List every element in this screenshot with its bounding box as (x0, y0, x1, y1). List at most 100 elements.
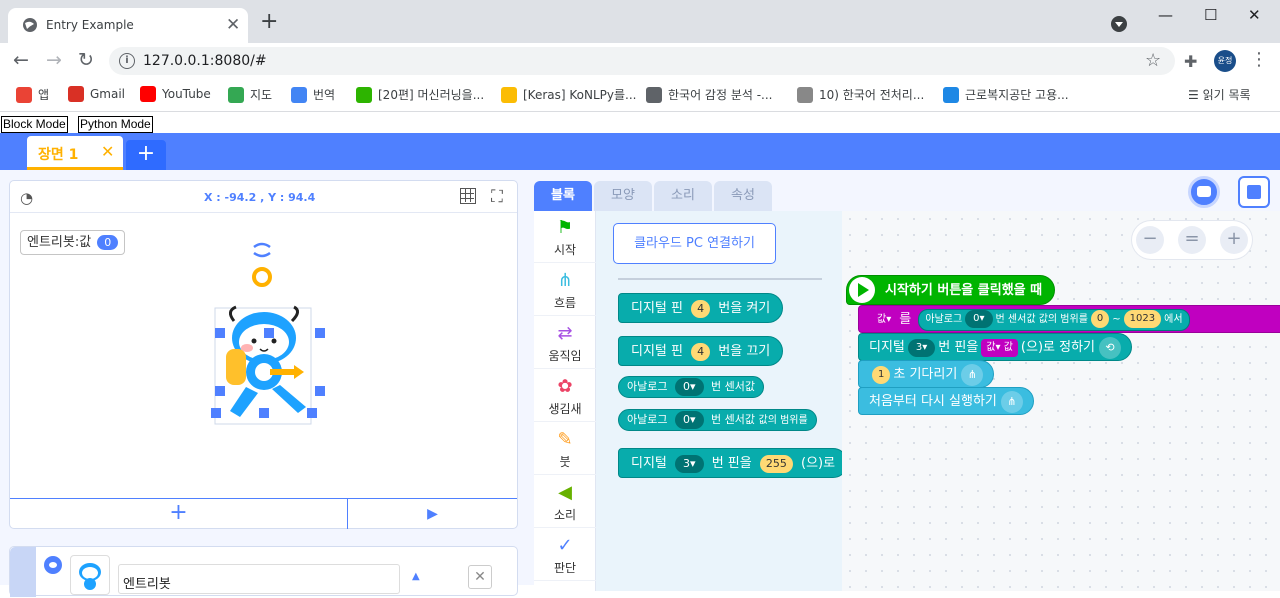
variable-value-block[interactable]: 값▾ 값 (981, 338, 1018, 357)
python-mode-button[interactable]: Python Mode (78, 116, 153, 133)
bookmark-item[interactable]: 근로복지공단 고용... (943, 86, 1069, 104)
wait-seconds-block[interactable]: 1초 기다리기 ⋔ (858, 360, 995, 388)
category-item[interactable]: ✓ 판단 (534, 529, 596, 581)
port-dropdown[interactable]: 3▾ (907, 338, 936, 357)
tab-sound[interactable]: 소리 (654, 181, 712, 211)
port-dropdown[interactable]: 3▾ (675, 454, 704, 473)
grid-icon[interactable] (460, 188, 476, 204)
number-input[interactable]: 255 (759, 454, 793, 473)
bookmark-label: 근로복지공단 고용... (965, 88, 1069, 102)
close-window-icon[interactable]: ✕ (1248, 6, 1261, 24)
resize-handle[interactable] (315, 386, 325, 396)
number-input[interactable]: 4 (691, 299, 711, 318)
tab-property[interactable]: 속성 (714, 181, 772, 211)
bookmark-item[interactable]: [20편] 머신러닝을... (356, 86, 484, 104)
block-mode-button[interactable]: Block Mode (1, 116, 68, 133)
entrybot-sprite[interactable] (206, 241, 336, 431)
block-text: 번 핀을 (711, 456, 752, 471)
port-dropdown[interactable]: 0▾ (674, 378, 704, 396)
number-input[interactable]: 1023 (1123, 309, 1162, 328)
cloud-pc-connect-button[interactable]: 클라우드 PC 연결하기 (613, 223, 776, 264)
object-handle[interactable] (10, 547, 36, 597)
close-tab-icon[interactable]: ✕ (226, 15, 240, 35)
number-input[interactable]: 0 (1090, 309, 1110, 328)
object-list: 엔트리봇 ▲ ✕ (9, 546, 518, 597)
fullscreen-icon[interactable]: ⛶ (491, 187, 503, 207)
reading-list[interactable]: ☰ 읽기 목록 (1188, 86, 1251, 103)
bookmark-item[interactable]: Gmail (68, 86, 125, 104)
object-name-field[interactable]: 엔트리봇 (118, 564, 400, 594)
category-item[interactable]: ◀ 소리 (534, 476, 596, 528)
maximize-icon[interactable]: ☐ (1204, 6, 1217, 24)
bookmark-item[interactable]: 앱 (16, 86, 49, 104)
add-scene-button[interactable]: + (126, 140, 166, 170)
close-scene-icon[interactable]: ✕ (101, 142, 114, 161)
set-variable-block[interactable]: 값▾ 를 아날로그 0▾ 번 센서값 값의 범위를 0 ~1023 에서 (858, 305, 1280, 333)
browser-menu-icon[interactable]: ⋮ (1250, 49, 1268, 70)
resize-handle[interactable] (315, 328, 325, 338)
forward-icon[interactable]: → (46, 49, 62, 71)
move-up-icon[interactable]: ▲ (412, 571, 420, 582)
speed-icon[interactable]: ◔ (20, 189, 33, 207)
variable-dropdown[interactable]: 값▾ (872, 310, 897, 329)
bookmark-item[interactable]: 번역 (291, 86, 335, 104)
category-item[interactable]: ⇄ 움직임 (534, 317, 596, 369)
zoom-in-button[interactable]: + (1220, 226, 1248, 254)
number-input[interactable]: 1 (872, 365, 891, 384)
storage-icon[interactable] (1238, 176, 1270, 208)
tab-search-icon[interactable] (1111, 16, 1127, 32)
category-item[interactable]: ⚑ 시작 (534, 211, 596, 263)
reload-icon[interactable]: ↻ (78, 49, 94, 71)
when-start-clicked-block[interactable]: 시작하기 버튼을 클릭했을 때 (846, 275, 1056, 305)
bookmark-star-icon[interactable]: ☆ (1145, 50, 1161, 71)
block-text: 값의 범위를 (1038, 313, 1088, 325)
back-icon[interactable]: ← (13, 49, 29, 71)
delete-object-icon[interactable]: ✕ (468, 565, 492, 589)
resize-handle[interactable] (215, 386, 225, 396)
restart-block[interactable]: 처음부터 다시 실행하기 ⋔ (858, 387, 1034, 415)
port-dropdown[interactable]: 0▾ (965, 309, 993, 328)
scene-tab[interactable]: 장면 1 ✕ (27, 136, 123, 170)
category-item[interactable]: ⋔ 흐름 (534, 264, 596, 316)
info-icon[interactable]: i (119, 53, 135, 69)
code-canvas[interactable]: − = + 시작하기 버튼을 클릭했을 때 값▾ 를 아날로그 0▾ 번 센서값 값의… (842, 211, 1280, 591)
chat-icon[interactable] (1188, 176, 1220, 208)
palette-block[interactable]: 디지털 3▾ 번 핀을 255 (으)로 (618, 448, 842, 478)
zoom-out-button[interactable]: − (1136, 226, 1164, 254)
new-tab-button[interactable]: + (260, 11, 278, 33)
category-icon: ✓ (557, 535, 573, 556)
palette-block[interactable]: 아날로그 0▾ 번 센서값 값의 범위를 (618, 409, 817, 431)
add-object-button[interactable]: + (10, 499, 348, 529)
palette-block[interactable]: 디지털 핀 4 번을 끄기 (618, 336, 784, 366)
eye-icon[interactable] (44, 556, 62, 574)
scene-tab-label: 장면 1 (38, 147, 79, 163)
digital-pwm-block[interactable]: 디지털 3▾ 번 핀을 값▾ 값 (으)로 정하기 ⟲ (858, 333, 1132, 361)
bookmark-item[interactable]: 한국어 감정 분석 -... (646, 86, 773, 104)
number-input[interactable]: 4 (691, 342, 711, 361)
resize-handle[interactable] (211, 408, 221, 418)
run-button[interactable]: ▶ (348, 499, 517, 529)
palette-block[interactable]: 디지털 핀 4 번을 켜기 (618, 293, 784, 323)
extensions-icon[interactable]: ✚ (1184, 52, 1197, 71)
zoom-reset-button[interactable]: = (1178, 226, 1206, 254)
resize-handle[interactable] (259, 408, 269, 418)
resize-handle[interactable] (307, 408, 317, 418)
bookmark-item[interactable]: 지도 (228, 86, 272, 104)
minimize-icon[interactable]: — (1158, 6, 1173, 24)
profile-avatar[interactable]: 윤정 (1214, 50, 1236, 72)
category-item[interactable]: ✿ 생김새 (534, 370, 596, 422)
resize-handle[interactable] (215, 328, 225, 338)
bookmark-item[interactable]: 10) 한국어 전처리... (797, 86, 924, 104)
bookmark-item[interactable]: [Keras] KoNLPy를... (501, 86, 636, 104)
category-item[interactable]: ✎ 붓 (534, 423, 596, 475)
tab-shape[interactable]: 모양 (594, 181, 652, 211)
browser-tab[interactable]: Entry Example ✕ (8, 8, 248, 43)
palette-block[interactable]: 아날로그 0▾ 번 센서값 (618, 376, 764, 398)
hardware-icon: ⟲ (1099, 336, 1121, 359)
resize-handle[interactable] (264, 328, 274, 338)
map-sensor-block[interactable]: 아날로그 0▾ 번 센서값 값의 범위를 0 ~1023 에서 (918, 308, 1190, 331)
bookmark-item[interactable]: YouTube (140, 86, 211, 104)
port-dropdown[interactable]: 0▾ (674, 411, 704, 429)
tab-block[interactable]: 블록 (534, 181, 592, 211)
address-bar[interactable]: i 127.0.0.1:8080/# ☆ (109, 47, 1175, 75)
